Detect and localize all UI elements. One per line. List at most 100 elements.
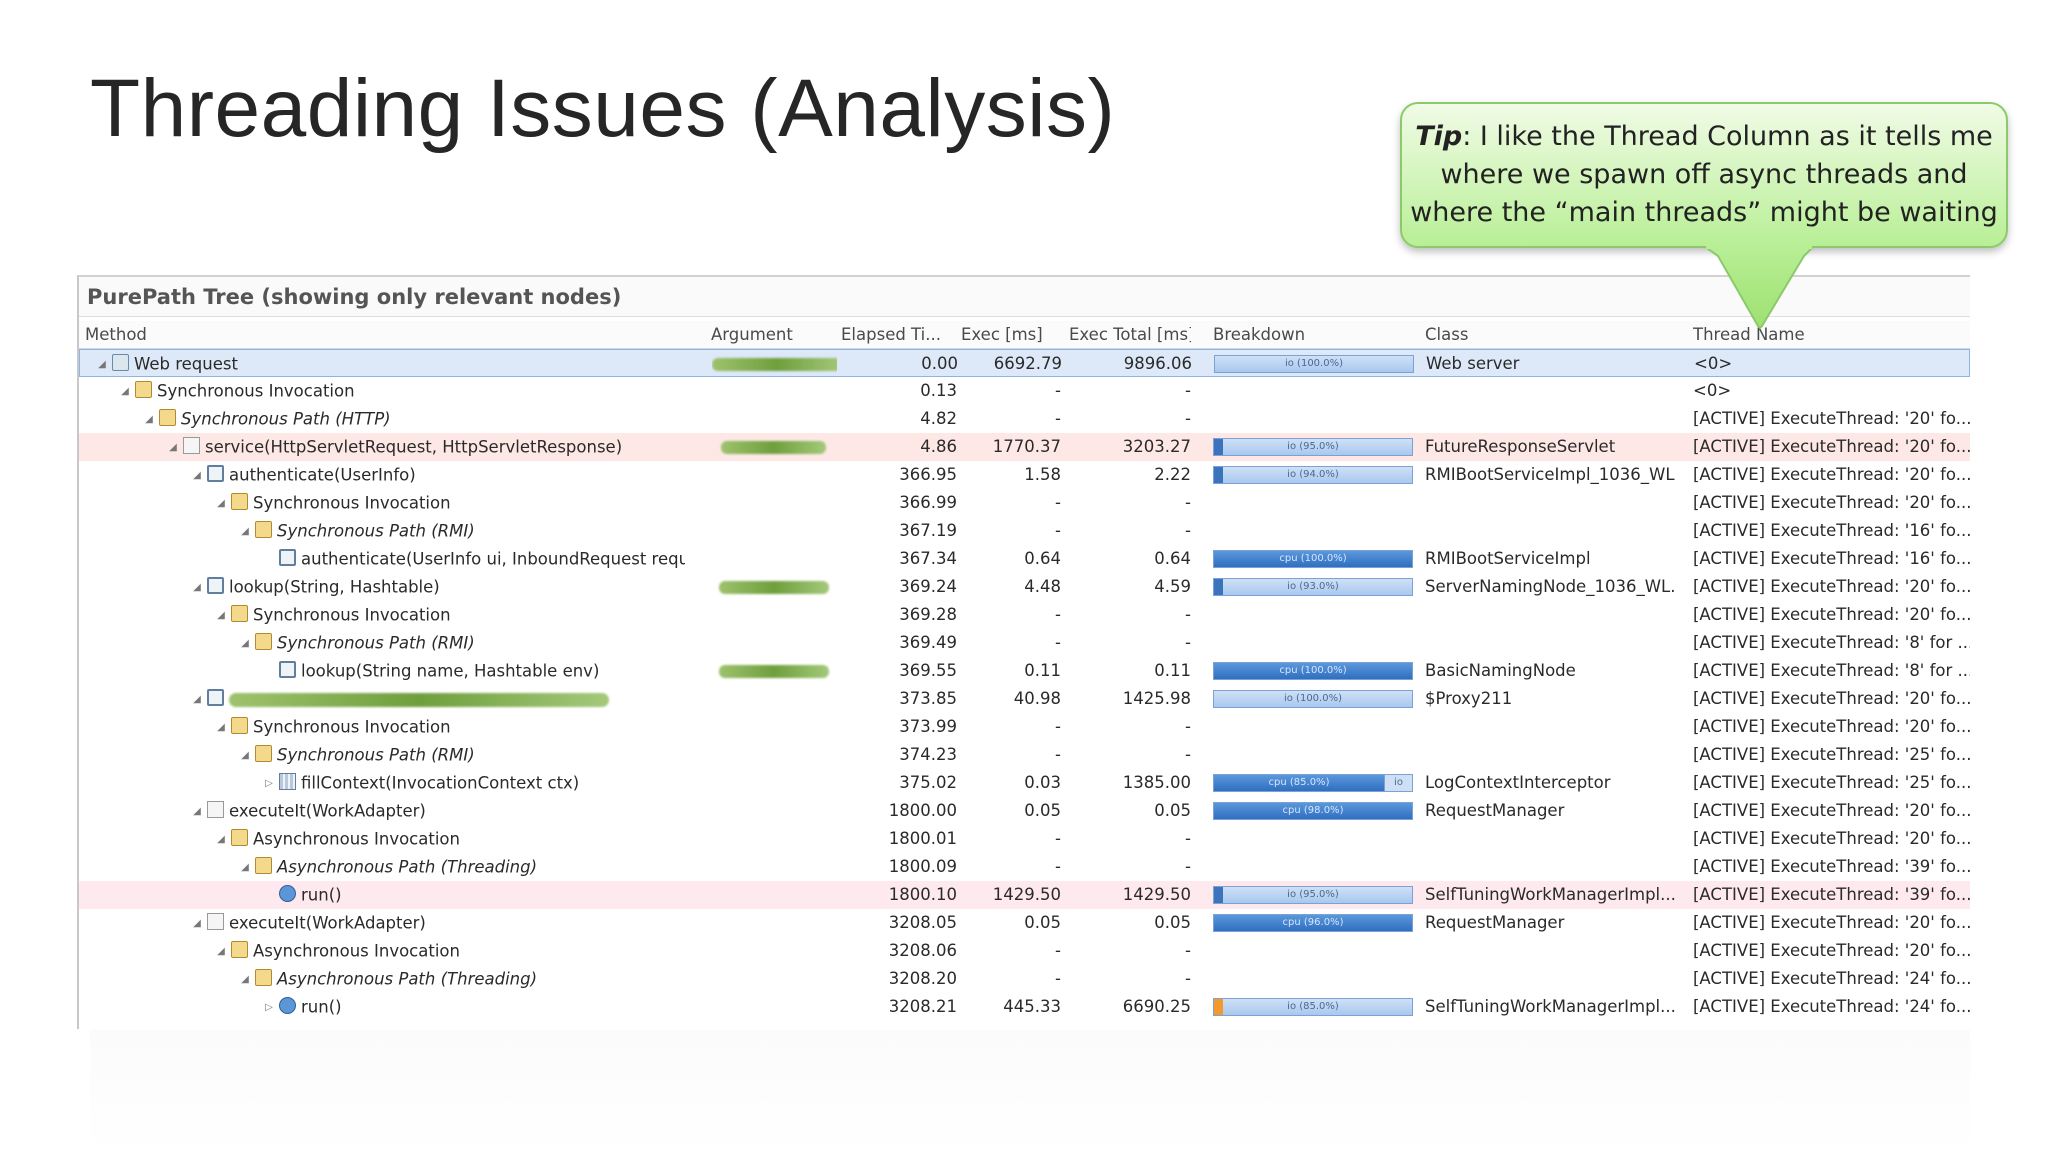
col-argument[interactable]: Argument — [711, 321, 836, 349]
table-row[interactable]: ◢ Synchronous Path (RMI) 367.19 - - [ACTIVE] … — [79, 517, 1970, 545]
table-row[interactable]: ◢ executeIt(WorkAdapter) 1800.00 0.05 0.05 cp… — [79, 797, 1970, 825]
col-exec-total[interactable]: Exec Total [ms] — [1069, 321, 1191, 349]
exec-cell: - — [1055, 969, 1061, 988]
table-row[interactable]: ◢ Asynchronous Path (Threading) 3208.20 - - [… — [79, 965, 1970, 993]
table-row[interactable]: run() 1800.10 1429.50 1429.50 io (95.0%) Self… — [79, 881, 1970, 909]
thread-name-cell: [ACTIVE] ExecuteThread: '16' fo... — [1693, 521, 1970, 540]
method-label: lookup(String name, Hashtable env) — [301, 661, 600, 681]
invocation-icon — [255, 633, 272, 650]
collapse-triangle-icon[interactable]: ◢ — [191, 798, 203, 826]
table-row[interactable]: ◢ Web request 0.00 6692.79 9896.06 io (100.0%… — [79, 349, 1970, 377]
elapsed-cell: 3208.06 — [888, 941, 957, 960]
collapse-triangle-icon[interactable]: ◢ — [143, 406, 155, 434]
invocation-icon — [255, 969, 272, 986]
class-cell: ServerNamingNode_1036_WL... — [1425, 577, 1675, 596]
collapse-triangle-icon[interactable]: ◢ — [215, 938, 227, 966]
breakdown-cell: cpu (98.0%) — [1213, 797, 1413, 825]
collapse-triangle-icon[interactable]: ◢ — [215, 714, 227, 742]
collapse-triangle-icon[interactable]: ◢ — [96, 351, 108, 379]
method-label: Asynchronous Invocation — [253, 829, 460, 849]
collapse-triangle-icon[interactable]: ◢ — [167, 434, 179, 462]
collapse-triangle-icon[interactable]: ◢ — [191, 574, 203, 602]
breakdown-label: io (94.0%) — [1287, 469, 1339, 480]
breakdown-label: io (100.0%) — [1283, 693, 1342, 704]
collapse-triangle-icon[interactable]: ◢ — [239, 630, 251, 658]
breakdown-cell — [1213, 489, 1413, 517]
col-class[interactable]: Class — [1425, 321, 1675, 349]
table-row[interactable]: ◢ 373.85 40.98 1425.98 io (100.0%) $Proxy211 [… — [79, 685, 1970, 713]
collapse-triangle-icon[interactable]: ◢ — [191, 462, 203, 490]
exec-total-cell: 0.64 — [1154, 549, 1191, 568]
collapse-triangle-icon[interactable]: ◢ — [191, 910, 203, 938]
redacted-argument — [712, 358, 837, 371]
argument-cell — [711, 741, 836, 769]
thread-name-cell: [ACTIVE] ExecuteThread: '8' for ... — [1693, 633, 1970, 652]
exec-total-cell: - — [1185, 969, 1191, 988]
collapse-triangle-icon[interactable]: ◢ — [239, 966, 251, 994]
collapse-triangle-icon[interactable]: ◢ — [239, 742, 251, 770]
method-label: Synchronous Invocation — [157, 381, 355, 401]
exec-cell: - — [1055, 717, 1061, 736]
table-row[interactable]: ◢ executeIt(WorkAdapter) 3208.05 0.05 0.05 cp… — [79, 909, 1970, 937]
remoting-icon — [207, 689, 224, 706]
table-row[interactable]: ◢ service(HttpServletRequest, HttpServlet… — [79, 433, 1970, 461]
breakdown-bar: io (85.0%) — [1213, 998, 1413, 1016]
method-cell: ◢ Synchronous Path (RMI) — [85, 517, 685, 545]
breakdown-bar: cpu (100.0%) — [1213, 550, 1413, 568]
breakdown-bar: io (100.0%) — [1213, 690, 1413, 708]
breakdown-label: io (100.0%) — [1284, 358, 1343, 369]
class-cell — [1425, 377, 1675, 405]
breakdown-cell: io (100.0%) — [1214, 350, 1414, 378]
collapse-triangle-icon[interactable]: ◢ — [215, 602, 227, 630]
col-method[interactable]: Method — [85, 321, 685, 349]
table-row[interactable]: ▷ run() 3208.21 445.33 6690.25 io (85.0%) Self… — [79, 993, 1970, 1021]
collapse-triangle-icon[interactable]: ◢ — [215, 490, 227, 518]
table-row[interactable]: ▷ fillContext(InvocationContext ctx) 375.0… — [79, 769, 1970, 797]
table-row[interactable]: ◢ Synchronous Path (RMI) 374.23 - - [ACTIVE] … — [79, 741, 1970, 769]
col-exec[interactable]: Exec [ms] — [961, 321, 1061, 349]
table-row[interactable]: ◢ Synchronous Invocation 373.99 - - [ACTIVE] … — [79, 713, 1970, 741]
expand-triangle-icon[interactable]: ▷ — [263, 994, 275, 1022]
thread-name-cell: [ACTIVE] ExecuteThread: '8' for ... — [1693, 661, 1970, 680]
exec-cell: - — [1055, 521, 1061, 540]
table-row[interactable]: authenticate(UserInfo ui, InboundRequest… — [79, 545, 1970, 573]
table-row[interactable]: ◢ lookup(String, Hashtable) 369.24 4.48 4.59… — [79, 573, 1970, 601]
class-cell — [1425, 965, 1675, 993]
collapse-triangle-icon[interactable]: ◢ — [239, 518, 251, 546]
table-row[interactable]: ◢ Synchronous Path (HTTP) 4.82 - - [ACTIVE] E… — [79, 405, 1970, 433]
method-label: authenticate(UserInfo ui, InboundRequest… — [301, 549, 685, 569]
table-row[interactable]: ◢ Asynchronous Invocation 1800.01 - - [ACTIVE… — [79, 825, 1970, 853]
exec-total-cell: 0.05 — [1154, 801, 1191, 820]
class-cell: RMIBootServiceImpl — [1425, 549, 1591, 568]
method-label: Synchronous Invocation — [253, 717, 451, 737]
collapse-triangle-icon[interactable]: ◢ — [119, 378, 131, 406]
table-header: Method Argument Elapsed Ti... Exec [ms] … — [79, 321, 1970, 349]
collapse-triangle-icon[interactable]: ◢ — [191, 686, 203, 714]
method-cell: ◢ Asynchronous Path (Threading) — [85, 965, 685, 993]
table-row[interactable]: ◢ Asynchronous Invocation 3208.06 - - [ACTIVE… — [79, 937, 1970, 965]
exec-total-cell: 6690.25 — [1122, 997, 1191, 1016]
argument-cell — [711, 517, 836, 545]
exec-total-cell: 3203.27 — [1122, 437, 1191, 456]
method-cell: ◢ Asynchronous Invocation — [85, 937, 685, 965]
table-row[interactable]: ◢ Synchronous Invocation 366.99 - - [ACTIVE] … — [79, 489, 1970, 517]
exec-cell: - — [1055, 633, 1061, 652]
argument-cell — [711, 909, 836, 937]
table-row[interactable]: ◢ Synchronous Invocation 369.28 - - [ACTIVE] … — [79, 601, 1970, 629]
table-row[interactable]: ◢ authenticate(UserInfo) 366.95 1.58 2.22 io … — [79, 461, 1970, 489]
table-row[interactable]: ◢ Synchronous Invocation 0.13 - - <0> — [79, 377, 1970, 405]
table-row[interactable]: ◢ Asynchronous Path (Threading) 1800.09 - - [… — [79, 853, 1970, 881]
expand-triangle-icon[interactable]: ▷ — [263, 770, 275, 798]
method-label: Asynchronous Invocation — [253, 941, 460, 961]
collapse-triangle-icon[interactable]: ◢ — [215, 826, 227, 854]
remoting-icon — [207, 465, 224, 482]
table-row[interactable]: lookup(String name, Hashtable env) 369.55… — [79, 657, 1970, 685]
collapse-triangle-icon[interactable]: ◢ — [239, 854, 251, 882]
exec-cell: - — [1055, 745, 1061, 764]
breakdown-bar: io cpu (85.0%) — [1213, 774, 1413, 792]
exec-cell: - — [1055, 493, 1061, 512]
col-elapsed[interactable]: Elapsed Ti... — [841, 321, 957, 349]
exec-total-cell: - — [1185, 857, 1191, 876]
table-row[interactable]: ◢ Synchronous Path (RMI) 369.49 - - [ACTIVE] … — [79, 629, 1970, 657]
col-breakdown[interactable]: Breakdown — [1213, 321, 1413, 349]
